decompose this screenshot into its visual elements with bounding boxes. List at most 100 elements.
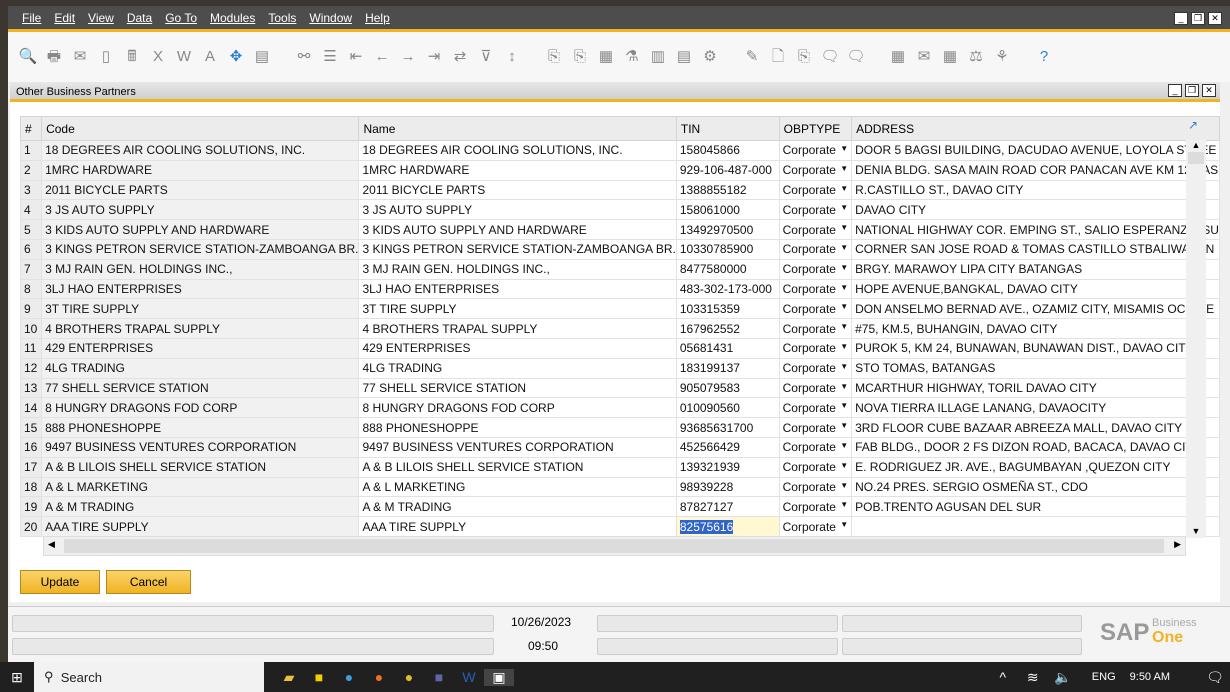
obptype-dropdown[interactable]: Corporate	[778, 456, 853, 478]
address-cell[interactable]	[851, 516, 1220, 537]
code-cell[interactable]: A & B LILOIS SHELL SERVICE STATION	[41, 456, 360, 478]
tin-cell[interactable]: 139321939	[675, 456, 780, 478]
address-cell[interactable]: CORNER SAN JOSE ROAD & TOMAS CASTILLO ST…	[851, 238, 1220, 260]
name-cell[interactable]: 3LJ HAO ENTERPRISES	[358, 278, 677, 300]
table-row[interactable]: 63 KINGS PETRON SERVICE STATION-ZAMBOANG…	[19, 238, 1220, 260]
wifi-icon[interactable]: ≋	[1018, 669, 1048, 686]
obptype-dropdown[interactable]: Corporate	[778, 258, 853, 280]
toolbar-icon-26[interactable]: ▤	[674, 47, 694, 67]
volume-icon[interactable]: 🔈	[1048, 669, 1078, 686]
toolbar-icon-5[interactable]: X	[148, 47, 168, 67]
table-row[interactable]: 13 77 SHELL SERVICE STATION 77 SHELL SERVI…	[19, 377, 1220, 399]
toolbar-icon-22[interactable]: ⎘	[570, 47, 590, 67]
menu-file[interactable]: File	[22, 11, 41, 25]
address-cell[interactable]: 3RD FLOOR CUBE BAZAAR ABREEZA MALL, DAVA…	[851, 417, 1220, 438]
toolbar-icon-41[interactable]: ?	[1034, 47, 1054, 67]
name-cell[interactable]: 77 SHELL SERVICE STATION	[358, 377, 677, 399]
menu-edit[interactable]: Edit	[54, 11, 75, 25]
tin-cell[interactable]: 103315359	[675, 298, 780, 320]
sticky-notes-icon[interactable]: ■	[304, 669, 334, 685]
toolbar-icon-39[interactable]: ⚘	[992, 47, 1012, 67]
code-cell[interactable]: 8 HUNGRY DRAGONS FOD CORP	[41, 397, 360, 419]
toolbar-icon-18[interactable]: ⊽	[476, 47, 496, 67]
table-row[interactable]: 8 3LJ HAO ENTERPRISES 3LJ HAO ENTERPRISES 4…	[19, 278, 1220, 300]
toolbar-icon-17[interactable]: ⇄	[450, 47, 470, 67]
address-cell[interactable]: MCARTHUR HIGHWAY, TORIL DAVAO CITY	[851, 377, 1220, 399]
toolbar-icon-13[interactable]: ⇤	[346, 47, 366, 67]
address-cell[interactable]: FAB BLDG., DOOR 2 FS DIZON ROAD, BACACA,…	[851, 436, 1220, 458]
tin-cell[interactable]: 8477580000	[675, 258, 780, 280]
obptype-dropdown[interactable]: Corporate	[778, 476, 853, 498]
cancel-button[interactable]: Cancel	[106, 570, 191, 594]
menu-window[interactable]: Window	[309, 11, 352, 25]
toolbar-icon-29[interactable]: ✎	[742, 47, 762, 67]
address-cell[interactable]: DON ANSELMO BERNAD AVE., OZAMIZ CITY, MI…	[851, 298, 1220, 320]
menu-go-to[interactable]: Go To	[165, 11, 197, 25]
vertical-scrollbar[interactable]: ▲ ▼	[1186, 140, 1206, 538]
table-row[interactable]: 16 9497 BUSINESS VENTURES CORPORATION 9497…	[19, 436, 1220, 458]
toolbar-icon-6[interactable]: W	[174, 47, 194, 67]
name-cell[interactable]: 4LG TRADING	[358, 357, 677, 379]
tin-cell[interactable]: 167962552	[675, 318, 780, 339]
table-row[interactable]: 12 4LG TRADING 4LG TRADING 183199137 Corpora…	[19, 357, 1220, 379]
obptype-dropdown[interactable]: Corporate	[778, 298, 853, 320]
menu-help[interactable]: Help	[365, 11, 390, 25]
tin-cell[interactable]: 10330785900	[675, 238, 780, 260]
menu-tools[interactable]: Tools	[268, 11, 296, 25]
toolbar-icon-14[interactable]: ←	[372, 47, 392, 67]
name-cell[interactable]: 4 BROTHERS TRAPAL SUPPLY	[358, 318, 677, 339]
obptype-dropdown[interactable]: Corporate	[778, 219, 853, 240]
address-cell[interactable]: DENIA BLDG. SASA MAIN ROAD COR PANACAN A…	[851, 159, 1220, 181]
scroll-right-icon[interactable]: ▶	[1174, 539, 1181, 550]
address-cell[interactable]: NO.24 PRES. SERGIO OSMEÑA ST., CDO	[851, 476, 1220, 498]
code-cell[interactable]: 4LG TRADING	[41, 357, 360, 379]
tin-cell[interactable]: 010090560	[675, 397, 780, 419]
tin-cell[interactable]: 13492970500	[675, 219, 780, 240]
name-cell[interactable]: A & L MARKETING	[358, 476, 677, 498]
address-cell[interactable]: DOOR 5 BAGSI BUILDING, DACUDAO AVENUE, L…	[851, 140, 1220, 161]
toolbar-icon-15[interactable]: →	[398, 47, 418, 67]
address-cell[interactable]: #75, KM.5, BUHANGIN, DAVAO CITY	[851, 318, 1220, 339]
obptype-dropdown[interactable]: Corporate	[778, 496, 853, 518]
obptype-dropdown[interactable]: Corporate	[778, 397, 853, 419]
column-header-num[interactable]: #	[19, 116, 43, 141]
obptype-dropdown[interactable]: Corporate	[778, 318, 853, 339]
code-cell[interactable]: 9497 BUSINESS VENTURES CORPORATION	[41, 436, 360, 458]
table-row[interactable]: 20 AAA TIRE SUPPLY AAA TIRE SUPPLY 82575616…	[19, 516, 1220, 537]
obptype-dropdown[interactable]: Corporate	[778, 436, 853, 458]
code-cell[interactable]: 429 ENTERPRISES	[41, 337, 360, 359]
table-row[interactable]: 17 A & B LILOIS SHELL SERVICE STATION A & …	[19, 456, 1220, 478]
close-button[interactable]: ✕	[1208, 12, 1222, 25]
table-row[interactable]: 18 A & L MARKETING A & L MARKETING 98939228…	[19, 476, 1220, 498]
tin-cell[interactable]: 05681431	[675, 337, 780, 359]
name-cell[interactable]: 429 ENTERPRISES	[358, 337, 677, 359]
address-cell[interactable]: BRGY. MARAWOY LIPA CITY BATANGAS	[851, 258, 1220, 280]
taskbar-clock[interactable]: 9:50 AM	[1130, 671, 1170, 683]
code-cell[interactable]: 3 KINGS PETRON SERVICE STATION-ZAMBOANGA…	[41, 238, 360, 260]
toolbar-icon-4[interactable]: 🖩	[122, 47, 142, 67]
name-cell[interactable]: 2011 BICYCLE PARTS	[358, 179, 677, 201]
table-row[interactable]: 1 18 DEGREES AIR COOLING SOLUTIONS, INC. 1…	[19, 140, 1220, 161]
column-header-code[interactable]: Code	[41, 116, 360, 141]
code-cell[interactable]: AAA TIRE SUPPLY	[41, 516, 360, 537]
table-row[interactable]: 15 888 PHONESHOPPE 888 PHONESHOPPE 93685631…	[19, 417, 1220, 438]
tin-cell[interactable]: 183199137	[675, 357, 780, 379]
code-cell[interactable]: 3T TIRE SUPPLY	[41, 298, 360, 320]
code-cell[interactable]: 18 DEGREES AIR COOLING SOLUTIONS, INC.	[41, 140, 360, 161]
expand-icon[interactable]: ↗	[1188, 118, 1198, 132]
file-explorer-icon[interactable]: ▰	[274, 669, 304, 686]
address-cell[interactable]: NOVA TIERRA ILLAGE LANANG, DAVAOCITY	[851, 397, 1220, 419]
tray-chevron-icon[interactable]: ^	[988, 669, 1018, 685]
tin-cell[interactable]: 87827127	[675, 496, 780, 518]
address-cell[interactable]: E. RODRIGUEZ JR. AVE., BAGUMBAYAN ,QUEZO…	[851, 456, 1220, 478]
taskbar-search[interactable]: ⚲ Search	[34, 662, 264, 692]
address-cell[interactable]: STO TOMAS, BATANGAS	[851, 357, 1220, 379]
scroll-left-icon[interactable]: ◀	[48, 539, 55, 550]
language-indicator[interactable]: ENG	[1092, 671, 1116, 683]
name-cell[interactable]: 3 JS AUTO SUPPLY	[358, 199, 677, 221]
menu-modules[interactable]: Modules	[210, 11, 255, 25]
obptype-dropdown[interactable]: Corporate	[778, 179, 853, 201]
toolbar-icon-16[interactable]: ⇥	[424, 47, 444, 67]
name-cell[interactable]: 3 MJ RAIN GEN. HOLDINGS INC.,	[358, 258, 677, 280]
table-row[interactable]: 43 JS AUTO SUPPLY 3 JS AUTO SUPPLY 1580610…	[19, 199, 1220, 221]
